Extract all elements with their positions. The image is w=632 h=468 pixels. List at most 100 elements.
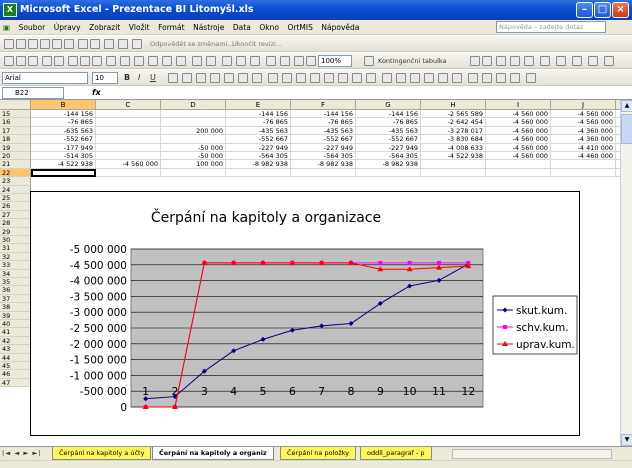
toolbar-button-icon[interactable]: [604, 56, 614, 66]
row-header[interactable]: 29: [0, 227, 31, 236]
toolbar-button-icon[interactable]: [268, 73, 278, 83]
cell[interactable]: -4 560 000: [486, 126, 551, 136]
tab-kapitoly-ucty[interactable]: Čerpání na kapitoly a účty: [52, 447, 152, 460]
underline-button[interactable]: U: [150, 70, 156, 86]
toolbar-button-icon[interactable]: [176, 56, 186, 66]
cell[interactable]: -8 982 938: [356, 160, 421, 169]
row-header[interactable]: 31: [0, 244, 31, 253]
cell[interactable]: -8 982 938: [226, 160, 291, 169]
row-header[interactable]: 43: [0, 345, 31, 354]
cell[interactable]: -76 865: [291, 118, 356, 127]
cell[interactable]: -564 305: [356, 152, 421, 161]
cell[interactable]: -76 865: [31, 118, 96, 127]
cell[interactable]: [96, 110, 161, 119]
column-header-f[interactable]: F: [291, 100, 356, 110]
toolbar-button-icon[interactable]: [468, 73, 478, 83]
toolbar-button-icon[interactable]: [106, 56, 116, 66]
excel-icon[interactable]: X: [3, 3, 17, 17]
row-header[interactable]: 22: [0, 168, 31, 178]
cell[interactable]: -552 667: [356, 135, 421, 144]
menu-upravy[interactable]: Úpravy: [51, 20, 84, 35]
toolbar-button-icon[interactable]: [52, 39, 62, 49]
cell[interactable]: -4 522 938: [31, 160, 96, 169]
cell[interactable]: -4 460 000: [551, 152, 616, 161]
row-header[interactable]: 40: [0, 320, 31, 329]
cell[interactable]: [486, 160, 551, 169]
toolbar-button-icon[interactable]: [40, 39, 50, 49]
cell[interactable]: [551, 160, 616, 169]
cell[interactable]: -4 560 000: [551, 110, 616, 119]
toolbar-button-icon[interactable]: [588, 56, 598, 66]
italic-button[interactable]: I: [138, 70, 140, 86]
toolbar-button-icon[interactable]: [524, 56, 534, 66]
cell[interactable]: [161, 118, 226, 127]
toolbar-button-icon[interactable]: [310, 73, 320, 83]
line-chart[interactable]: Čerpání na kapitoly a organizace -5 000 0…: [31, 192, 581, 437]
menu-zobrazit[interactable]: Zobrazit: [86, 20, 123, 35]
close-button[interactable]: ×: [612, 2, 629, 18]
cell[interactable]: -4 560 000: [486, 143, 551, 152]
toolbar-button-icon[interactable]: [64, 39, 74, 49]
fx-icon[interactable]: fx: [92, 86, 101, 100]
cell[interactable]: [161, 168, 226, 178]
row-header[interactable]: 20: [0, 152, 31, 161]
row-header[interactable]: 34: [0, 269, 31, 278]
cell[interactable]: -4 560 000: [486, 118, 551, 127]
cell[interactable]: -514 305: [31, 152, 96, 161]
cell[interactable]: -4 560 000: [486, 110, 551, 119]
row-header[interactable]: 18: [0, 135, 31, 144]
toolbar-button-icon[interactable]: [294, 56, 304, 66]
toolbar-button-icon[interactable]: [168, 73, 178, 83]
toolbar-button-icon[interactable]: [352, 73, 362, 83]
help-search-input[interactable]: Nápověda – zadejte dotaz: [496, 21, 606, 33]
tab-navigation-arrows[interactable]: |◄ ◄ ► ►|: [2, 447, 42, 460]
toolbar-button-icon[interactable]: [238, 73, 248, 83]
row-header[interactable]: 26: [0, 202, 31, 211]
toolbar-button-icon[interactable]: [470, 56, 480, 66]
menu-vlozit[interactable]: Vložit: [126, 20, 153, 35]
cell[interactable]: [486, 168, 551, 178]
row-header[interactable]: 28: [0, 219, 31, 228]
toolbar-button-icon[interactable]: [104, 39, 114, 49]
cell[interactable]: -4 560 000: [486, 152, 551, 161]
toolbar-button-icon[interactable]: [510, 56, 520, 66]
cell[interactable]: [96, 126, 161, 136]
column-header-j[interactable]: J: [551, 100, 616, 110]
cell[interactable]: 100 000: [161, 160, 226, 169]
toolbar-button-icon[interactable]: [132, 39, 142, 49]
cell[interactable]: -635 563: [31, 126, 96, 136]
row-header[interactable]: 21: [0, 160, 31, 169]
workbook-icon[interactable]: ▣: [0, 20, 13, 35]
cell[interactable]: -50 000: [161, 152, 226, 161]
cell[interactable]: [96, 135, 161, 144]
menu-data[interactable]: Data: [230, 20, 254, 35]
toolbar-button-icon[interactable]: [68, 56, 78, 66]
toolbar-button-icon[interactable]: [224, 73, 234, 83]
row-header[interactable]: 19: [0, 143, 31, 152]
row-header[interactable]: 45: [0, 362, 31, 371]
cell[interactable]: [356, 168, 421, 178]
toolbar-button-icon[interactable]: [410, 73, 420, 83]
row-header[interactable]: 30: [0, 236, 31, 245]
toolbar-button-icon[interactable]: [496, 56, 506, 66]
toolbar-button-icon[interactable]: [364, 56, 374, 66]
cell[interactable]: [96, 152, 161, 161]
row-header[interactable]: 27: [0, 210, 31, 220]
cell[interactable]: [291, 168, 356, 178]
tab-polozky[interactable]: Čerpání na položky: [280, 447, 357, 460]
maximize-button[interactable]: □: [594, 2, 611, 18]
row-header[interactable]: 16: [0, 118, 31, 127]
toolbar-button-icon[interactable]: [338, 73, 348, 83]
row-header[interactable]: 33: [0, 261, 31, 270]
cell[interactable]: [31, 168, 96, 178]
cell[interactable]: -552 667: [226, 135, 291, 144]
toolbar-button-icon[interactable]: [252, 73, 262, 83]
select-all-corner[interactable]: [0, 100, 31, 110]
toolbar-button-icon[interactable]: [16, 56, 26, 66]
cell[interactable]: -552 667: [291, 135, 356, 144]
toolbar-button-icon[interactable]: [134, 56, 144, 66]
toolbar-button-icon[interactable]: [42, 56, 52, 66]
menu-format[interactable]: Formát: [155, 20, 187, 35]
column-header-h[interactable]: H: [421, 100, 486, 110]
column-header-c[interactable]: C: [96, 100, 161, 110]
